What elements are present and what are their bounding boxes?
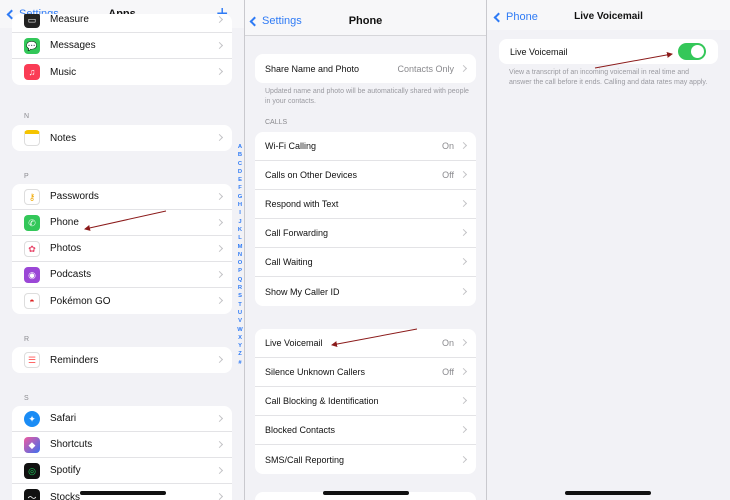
annotation-arrow [84, 210, 167, 231]
home-indicator [323, 491, 409, 495]
home-indicator [80, 491, 166, 495]
live-voicemail-panel: Phone Live Voicemail Live Voicemail View… [487, 0, 730, 500]
annotation-arrow [594, 51, 673, 69]
home-indicator [565, 491, 651, 495]
apps-panel: Settings Apps + ▭ Measure 💬 Messages ♫ M… [0, 0, 244, 500]
annotation-arrow [331, 328, 418, 348]
phone-settings-panel: Settings Phone Share Name and Photo Cont… [245, 0, 486, 500]
